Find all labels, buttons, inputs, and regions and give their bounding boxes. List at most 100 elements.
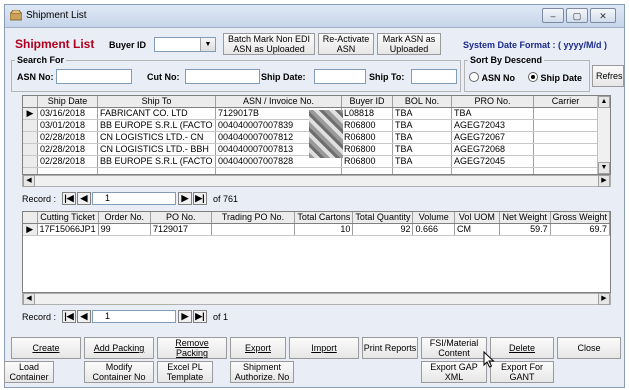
- cell-volume[interactable]: 0.666: [412, 223, 455, 236]
- col-header-gross-weight[interactable]: Gross Weight: [550, 212, 610, 224]
- cell-carrier[interactable]: [533, 155, 598, 168]
- load-container-button[interactable]: Load Container: [4, 361, 54, 383]
- packing-grid-hscroll[interactable]: ◀ ▶: [22, 293, 611, 305]
- cell-ship-date[interactable]: 03/16/2018: [37, 107, 98, 120]
- last-record-icon[interactable]: ▶|: [193, 192, 207, 205]
- cell-trading-po[interactable]: [211, 223, 296, 236]
- scroll-down-icon[interactable]: ▼: [598, 162, 610, 174]
- export-button[interactable]: Export: [230, 337, 286, 359]
- col-header-total-cartons[interactable]: Total Cartons: [294, 212, 354, 224]
- cell-ship-date[interactable]: 02/28/2018: [37, 143, 98, 156]
- delete-button[interactable]: Delete: [490, 337, 554, 359]
- cell-buyer-id[interactable]: R06800: [341, 143, 393, 156]
- col-header-asn[interactable]: ASN / Invoice No.: [215, 96, 342, 108]
- scroll-right-icon[interactable]: ▶: [598, 293, 610, 305]
- cell-ship-to[interactable]: BB EUROPE S.R.L (FACTO: [97, 155, 216, 168]
- record-number-input[interactable]: 1: [92, 310, 176, 323]
- mark-asn-uploaded-button[interactable]: Mark ASN as Uploaded: [377, 33, 441, 55]
- cell-carrier[interactable]: [533, 119, 598, 132]
- cell-bol-no[interactable]: TBA: [392, 131, 452, 144]
- col-header-net-weight[interactable]: Net Weight: [499, 212, 551, 224]
- cell-ship-to[interactable]: BB EUROPE S.R.L (FACTO: [97, 119, 216, 132]
- close-button[interactable]: Close: [557, 337, 621, 359]
- cut-no-input[interactable]: [185, 69, 260, 84]
- first-record-icon[interactable]: |◀: [62, 192, 76, 205]
- col-header-ship-to[interactable]: Ship To: [97, 96, 216, 108]
- remove-packing-button[interactable]: Remove Packing: [157, 337, 227, 359]
- cell-ship-to[interactable]: FABRICANT CO. LTD: [97, 107, 216, 120]
- chevron-down-icon[interactable]: ▼: [200, 38, 215, 51]
- reactivate-asn-button[interactable]: Re-Activate ASN: [318, 33, 374, 55]
- scroll-left-icon[interactable]: ◀: [23, 175, 35, 187]
- sort-asn-radio[interactable]: ASN No: [469, 72, 515, 83]
- create-button[interactable]: Create: [11, 337, 81, 359]
- cell-total-cartons[interactable]: 10: [294, 223, 354, 236]
- first-record-icon[interactable]: |◀: [62, 310, 76, 323]
- cell-ship-to[interactable]: CN LOGISTICS LTD.- BBH: [97, 143, 216, 156]
- col-header-buyer-id[interactable]: Buyer ID: [341, 96, 393, 108]
- batch-mark-button[interactable]: Batch Mark Non EDI ASN as Uploaded: [223, 33, 315, 55]
- col-header-pro-no[interactable]: PRO No.: [451, 96, 534, 108]
- refresh-button[interactable]: Refresh: [592, 65, 624, 87]
- cell-po-no[interactable]: 7129017: [150, 223, 212, 236]
- cell-carrier[interactable]: [533, 131, 598, 144]
- record-number-input[interactable]: 1: [92, 192, 176, 205]
- cell-buyer-id[interactable]: R06800: [341, 119, 393, 132]
- asn-no-input[interactable]: [56, 69, 132, 84]
- cell-pro-no[interactable]: TBA: [451, 107, 534, 120]
- cell-vol-uom[interactable]: CM: [454, 223, 500, 236]
- excel-pl-template-button[interactable]: Excel PL Template: [157, 361, 213, 383]
- cell-bol-no[interactable]: TBA: [392, 143, 452, 156]
- cell-ship-to[interactable]: CN LOGISTICS LTD.- CN: [97, 131, 216, 144]
- shipment-authorize-button[interactable]: Shipment Authorize. No: [230, 361, 294, 383]
- sort-ship-date-radio[interactable]: Ship Date: [528, 72, 582, 83]
- cell-order-no[interactable]: 99: [98, 223, 152, 236]
- cell-buyer-id[interactable]: R06800: [341, 155, 393, 168]
- col-header-po-no[interactable]: PO No.: [150, 212, 212, 224]
- cell-carrier[interactable]: [533, 107, 598, 120]
- export-gap-xml-button[interactable]: Export GAP XML: [421, 361, 487, 383]
- cell-buyer-id[interactable]: R06800: [341, 131, 393, 144]
- ship-to-input[interactable]: [411, 69, 457, 84]
- shipment-grid[interactable]: Ship Date Ship To ASN / Invoice No. Buye…: [22, 95, 611, 175]
- shipment-grid-vscroll[interactable]: ▲ ▼: [597, 96, 610, 174]
- export-gant-button[interactable]: Export For GANT: [490, 361, 554, 383]
- cell-carrier[interactable]: [533, 143, 598, 156]
- cell-pro-no[interactable]: AGEG72045: [451, 155, 534, 168]
- cell-net-weight[interactable]: 59.7: [499, 223, 551, 236]
- next-record-icon[interactable]: ▶: [178, 192, 192, 205]
- cell-ship-date[interactable]: 02/28/2018: [37, 155, 98, 168]
- cell-pro-no[interactable]: AGEG72043: [451, 119, 534, 132]
- scroll-up-icon[interactable]: ▲: [598, 96, 610, 108]
- cell-pro-no[interactable]: AGEG72068: [451, 143, 534, 156]
- cell-bol-no[interactable]: TBA: [392, 107, 452, 120]
- fsi-material-content-button[interactable]: FSI/Material Content: [421, 337, 487, 359]
- packing-grid[interactable]: Cutting Ticket Order No. PO No. Trading …: [22, 211, 611, 293]
- cell-total-quantity[interactable]: 92: [352, 223, 414, 236]
- cell-bol-no[interactable]: TBA: [392, 119, 452, 132]
- import-button[interactable]: Import: [289, 337, 359, 359]
- add-packing-button[interactable]: Add Packing: [84, 337, 154, 359]
- shipment-grid-hscroll[interactable]: ◀ ▶: [22, 175, 611, 187]
- print-reports-button[interactable]: Print Reports: [362, 337, 418, 359]
- prev-record-icon[interactable]: ◀: [77, 192, 91, 205]
- cell-ship-date[interactable]: 02/28/2018: [37, 131, 98, 144]
- modify-container-button[interactable]: Modify Container No: [84, 361, 154, 383]
- table-row[interactable]: ▶ 17F15066JP1 99 7129017 10 92 0.666 CM …: [23, 223, 610, 236]
- col-header-carrier[interactable]: Carrier: [533, 96, 598, 108]
- last-record-icon[interactable]: ▶|: [193, 310, 207, 323]
- cell-ship-date[interactable]: 03/01/2018: [37, 119, 98, 132]
- cell-buyer-id[interactable]: L08818: [341, 107, 393, 120]
- col-header-order-no[interactable]: Order No.: [98, 212, 152, 224]
- col-header-ship-date[interactable]: Ship Date: [37, 96, 98, 108]
- cell-cutting-ticket[interactable]: 17F15066JP1: [37, 223, 99, 236]
- maximize-button[interactable]: ▢: [566, 8, 588, 23]
- scroll-right-icon[interactable]: ▶: [598, 175, 610, 187]
- prev-record-icon[interactable]: ◀: [77, 310, 91, 323]
- col-header-trading-po[interactable]: Trading PO No.: [211, 212, 296, 224]
- col-header-total-quantity[interactable]: Total Quantity: [352, 212, 414, 224]
- buyer-id-select[interactable]: ▼: [154, 37, 216, 52]
- col-header-volume[interactable]: Volume: [412, 212, 455, 224]
- cell-pro-no[interactable]: AGEG72067: [451, 131, 534, 144]
- col-header-cutting-ticket[interactable]: Cutting Ticket: [37, 212, 99, 224]
